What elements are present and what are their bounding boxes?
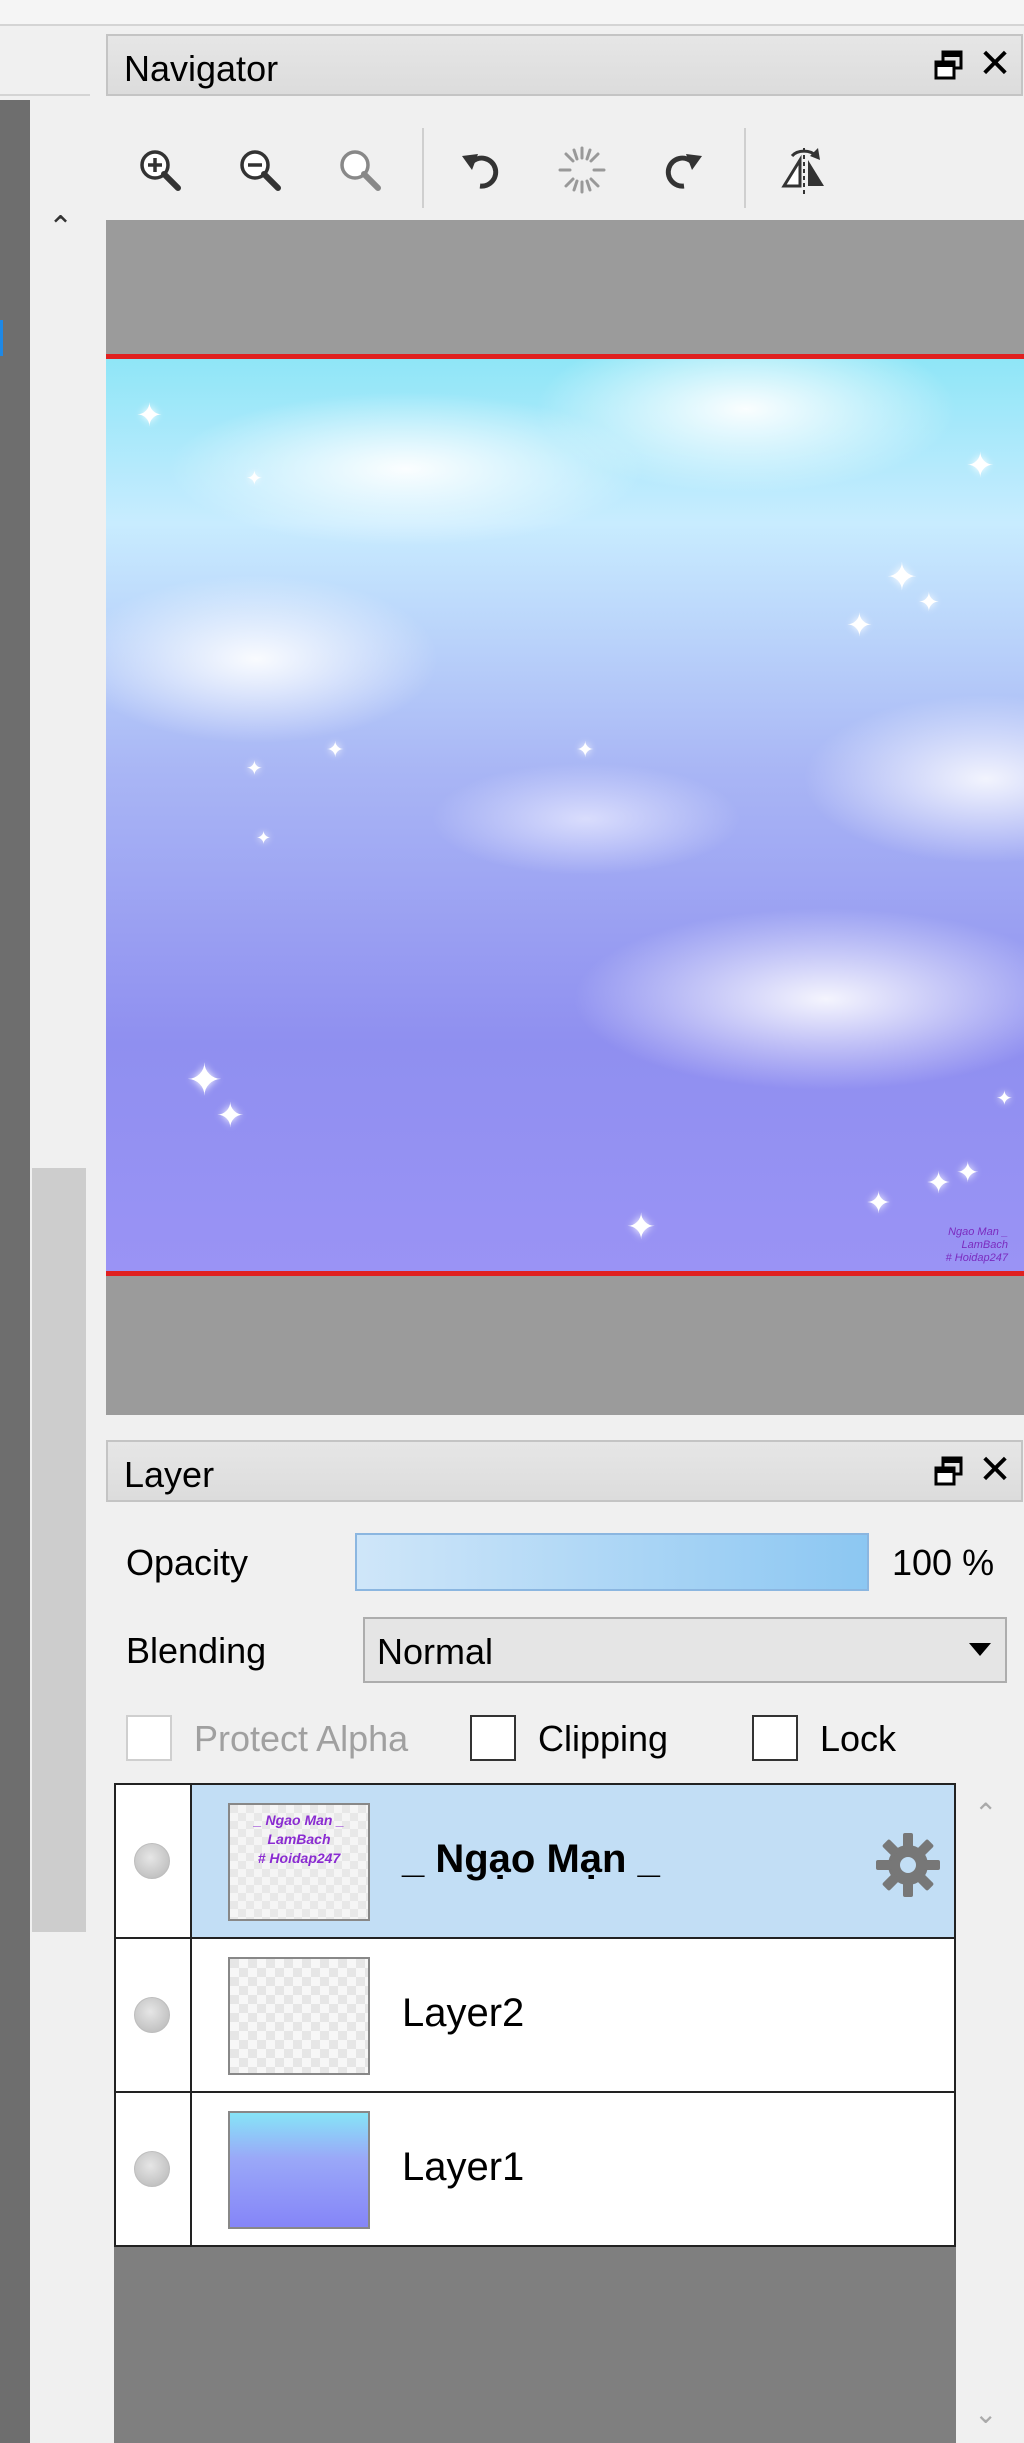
layer-row[interactable]: _ Ngao Man _ LamBach # Hoidap247 _ Ngạo …	[114, 1783, 956, 1939]
rotate-reset-icon[interactable]	[546, 138, 618, 202]
opacity-value: 100 %	[892, 1542, 995, 1583]
opacity-label: Opacity	[126, 1542, 249, 1583]
sparkle: ✦	[886, 557, 918, 599]
sparkle: ✦	[846, 607, 873, 643]
sparkle: ✦	[866, 1187, 892, 1220]
blending-value: Normal	[377, 1631, 494, 1672]
blending-label: Blending	[126, 1630, 267, 1671]
scroll-up-icon[interactable]: ⌃	[48, 213, 73, 243]
scroll-down-icon[interactable]: ⌄	[974, 2397, 997, 2430]
sparkle: ✦	[326, 737, 345, 762]
layer-list[interactable]: _ Ngao Man _ LamBach # Hoidap247 _ Ngạo …	[114, 1783, 956, 2443]
sparkle: ✦	[576, 737, 595, 762]
float-panel-icon[interactable]	[933, 48, 965, 82]
clipping-label: Clipping	[538, 1718, 669, 1759]
layer-panel-title: Layer	[124, 1454, 215, 1495]
visibility-icon[interactable]	[134, 1997, 170, 2033]
sparkle: ✦	[926, 1167, 952, 1200]
layer-thumbnail	[228, 1957, 370, 2075]
accent-marker	[0, 320, 3, 356]
blending-select[interactable]: Normal	[363, 1617, 1007, 1683]
opacity-slider[interactable]	[355, 1533, 869, 1591]
canvas-thumbnail[interactable]: ✦ ✦ ✦ ✦ ✦ ✦ ✦ ✦ ✦ ✦ ✦ ✦ ✦ ✦ ✦ ✦ ✦ Ngao M…	[106, 354, 1024, 1276]
gear-icon[interactable]	[872, 1829, 944, 1901]
sparkle: ✦	[136, 397, 163, 433]
close-icon[interactable]: ✕	[975, 1448, 1015, 1492]
visibility-column[interactable]	[116, 2093, 192, 2245]
sparkle: ✦	[956, 1157, 980, 1188]
sparkle: ✦	[256, 828, 272, 848]
layer-name: Layer2	[402, 1991, 525, 2035]
visibility-icon[interactable]	[134, 1843, 170, 1879]
scrollbar-thumb[interactable]	[32, 1168, 86, 1932]
navigator-title: Navigator	[124, 48, 279, 89]
protect-alpha-label: Protect Alpha	[194, 1718, 409, 1759]
rotate-right-icon[interactable]	[646, 138, 718, 202]
divider	[0, 94, 90, 96]
sparkle: ✦	[216, 1097, 245, 1135]
watermark-text: Ngao Man _ LamBach # Hoidap247	[945, 1226, 1008, 1264]
layer-list-scrollbar[interactable]: ⌃ ⌄	[956, 1783, 1024, 2443]
sparkle: ✦	[918, 587, 940, 617]
protect-alpha-checkbox[interactable]	[126, 1715, 172, 1761]
navigator-toolbar	[106, 124, 1023, 220]
layer-thumbnail: _ Ngao Man _ LamBach # Hoidap247	[228, 1803, 370, 1921]
layer-name: Layer1	[402, 2145, 525, 2189]
rotate-left-icon[interactable]	[446, 138, 518, 202]
top-edge	[0, 0, 1024, 26]
chevron-down-icon	[969, 1643, 991, 1656]
toolbar-separator	[422, 128, 424, 208]
layer-row[interactable]: Layer2	[114, 1937, 956, 2093]
visibility-icon[interactable]	[134, 2151, 170, 2187]
clipping-checkbox[interactable]	[470, 1715, 516, 1761]
sparkle: ✦	[996, 1088, 1013, 1110]
layer-row[interactable]: Layer1	[114, 2091, 956, 2247]
canvas-edge	[0, 100, 30, 2443]
visibility-column[interactable]	[116, 1939, 192, 2091]
visibility-column[interactable]	[116, 1785, 192, 1937]
sparkle: ✦	[966, 447, 995, 485]
toolbar-separator	[744, 128, 746, 208]
float-panel-icon[interactable]	[933, 1454, 965, 1488]
navigator-preview[interactable]: ✦ ✦ ✦ ✦ ✦ ✦ ✦ ✦ ✦ ✦ ✦ ✦ ✦ ✦ ✦ ✦ ✦ Ngao M…	[106, 220, 1024, 1415]
sparkle: ✦	[626, 1206, 657, 1247]
zoom-in-icon[interactable]	[124, 138, 196, 202]
close-icon[interactable]: ✕	[975, 42, 1015, 86]
vertical-scrollbar[interactable]: ⌃	[30, 100, 88, 2443]
lock-checkbox[interactable]	[752, 1715, 798, 1761]
sparkle: ✦	[246, 468, 263, 490]
layer-name: _ Ngạo Mạn _	[402, 1837, 660, 1881]
lock-label: Lock	[820, 1718, 897, 1759]
zoom-out-icon[interactable]	[224, 138, 296, 202]
scroll-up-icon[interactable]: ⌃	[974, 1797, 997, 1830]
layer-title-bar: Layer ✕	[106, 1440, 1023, 1502]
zoom-reset-icon[interactable]	[324, 138, 396, 202]
layer-thumbnail	[228, 2111, 370, 2229]
sparkle: ✦	[246, 758, 263, 780]
navigator-title-bar: Navigator ✕	[106, 34, 1023, 96]
flip-horizontal-icon[interactable]	[768, 138, 840, 202]
